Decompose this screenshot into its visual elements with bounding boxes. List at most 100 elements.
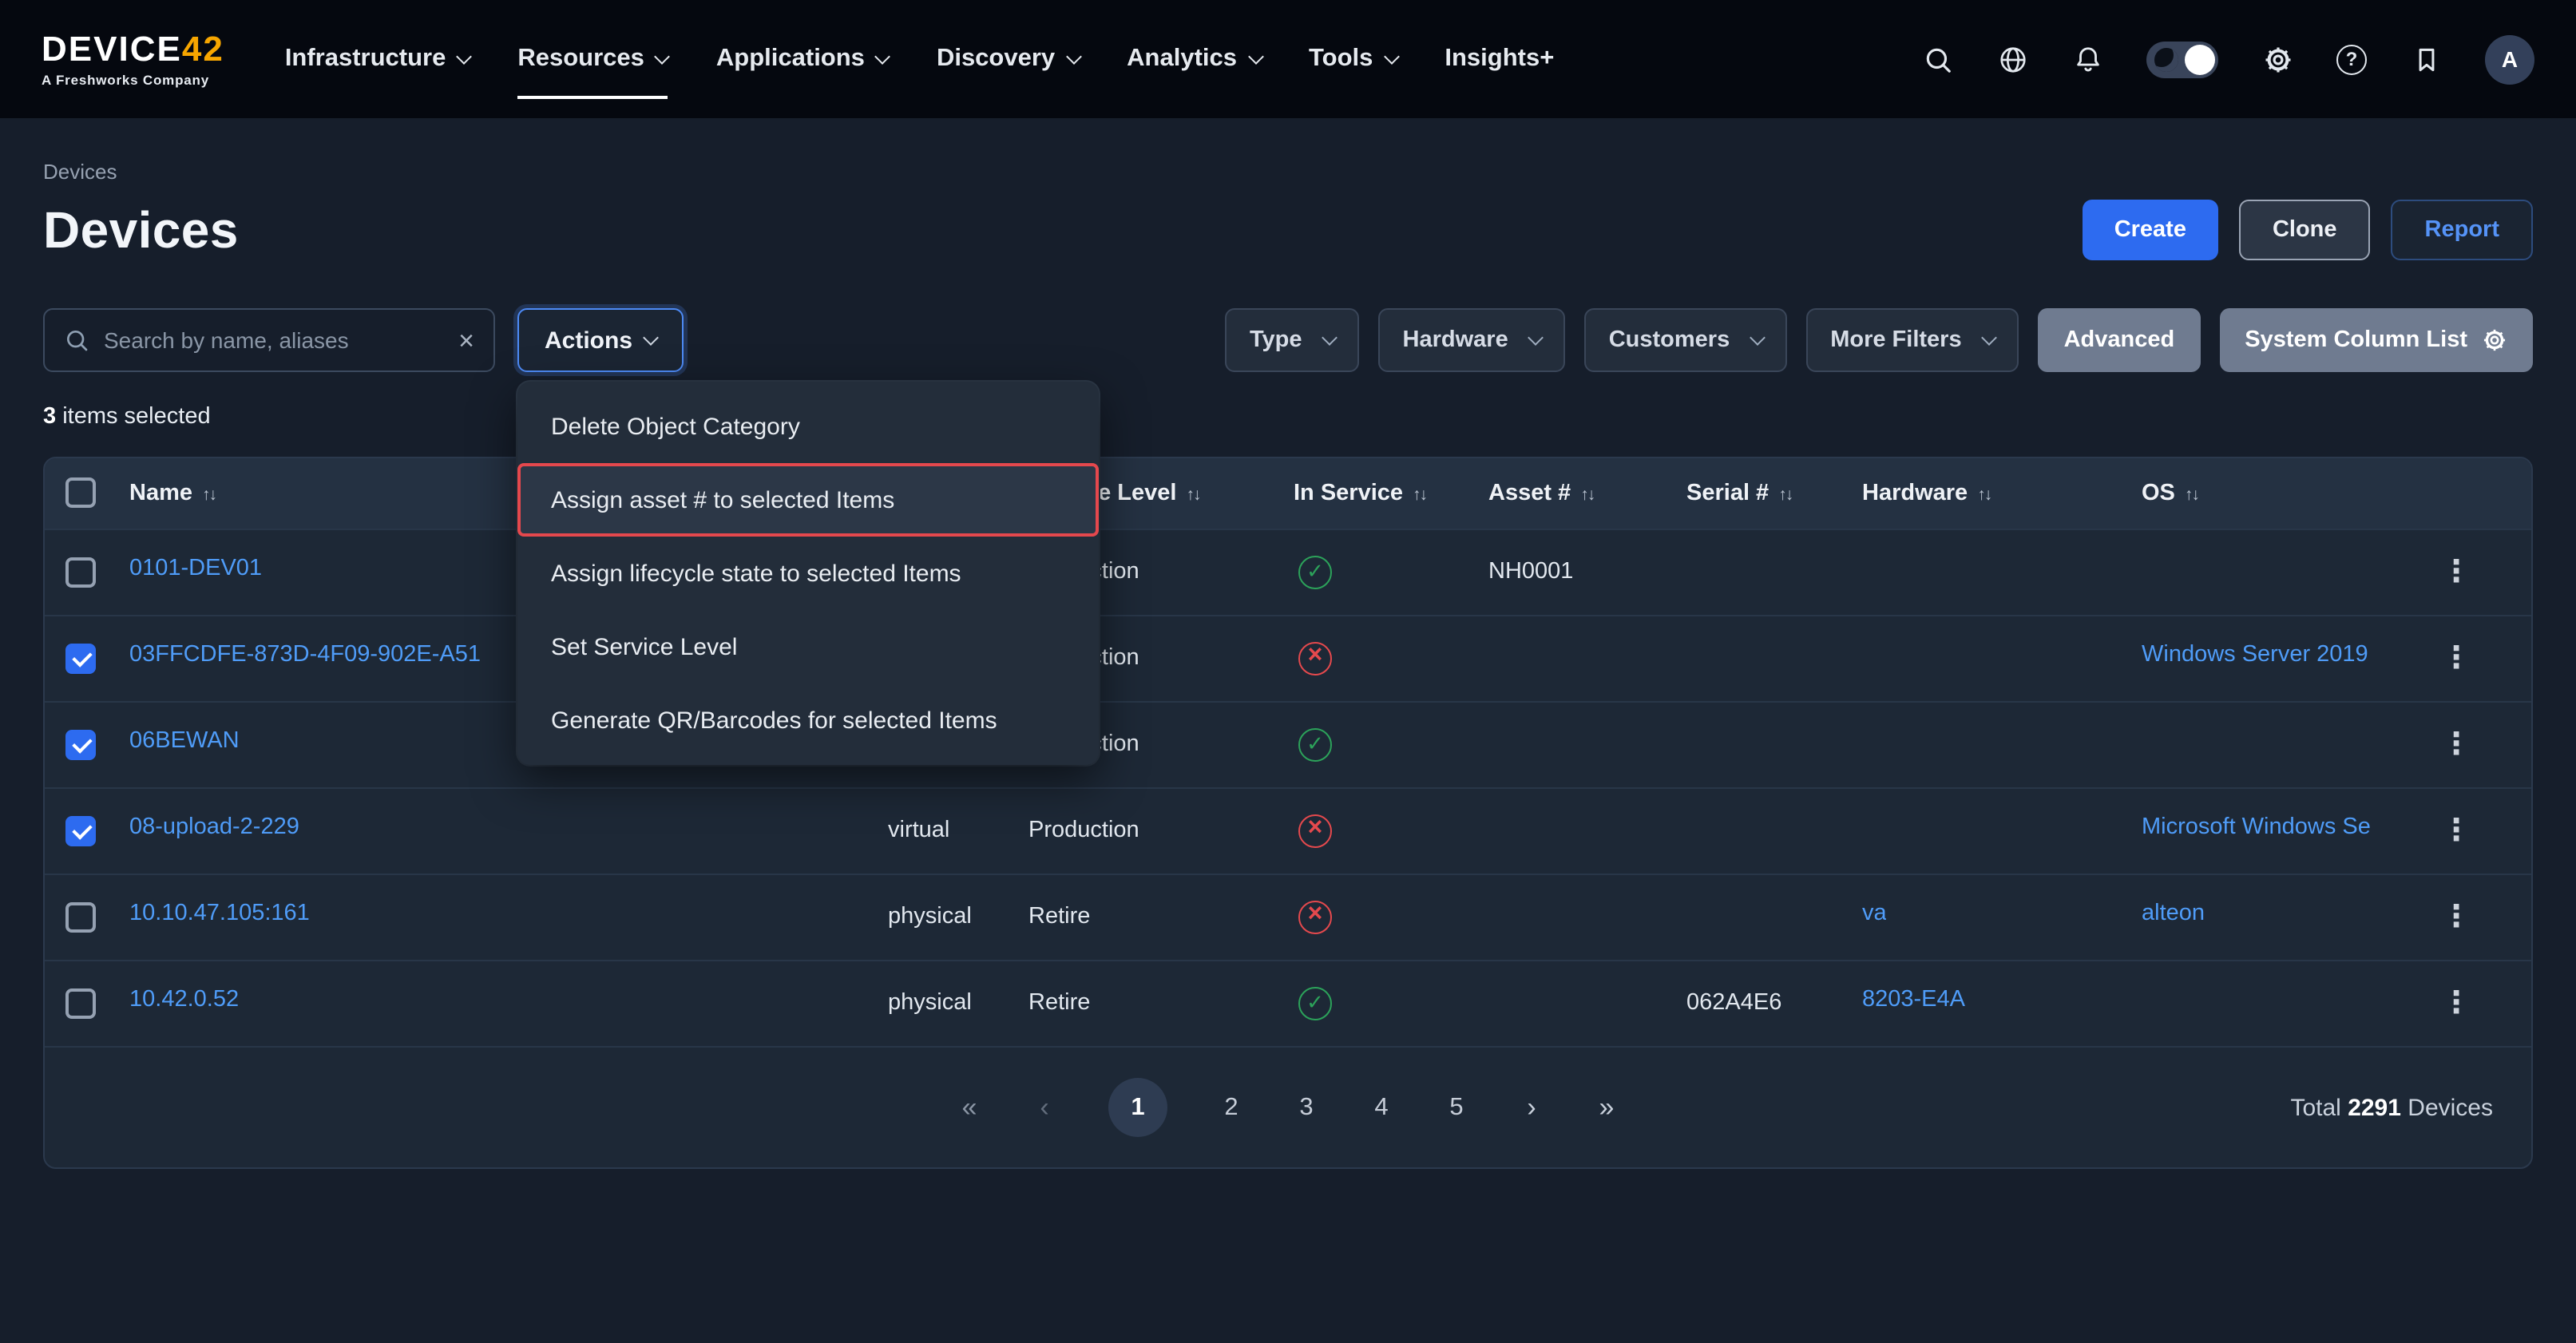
type-cell: physical [888, 874, 1028, 960]
row-menu-icon[interactable]: ⋮ [2428, 893, 2484, 940]
filter-customers[interactable]: Customers [1585, 308, 1788, 372]
page-button-1[interactable]: 1 [1108, 1078, 1167, 1137]
menu-item-set-service-level[interactable]: Set Service Level [517, 610, 1099, 683]
chevron-down-icon [1528, 329, 1544, 345]
page-button-5[interactable]: 5 [1445, 1093, 1468, 1122]
column-label: Name [129, 481, 192, 506]
device-name-link[interactable]: 03FFCDFE-873D-4F09-902E-A51 [129, 642, 481, 668]
globe-icon[interactable] [1996, 43, 2028, 75]
hardware-link[interactable]: va [1862, 901, 1887, 926]
report-button[interactable]: Report [2392, 200, 2533, 260]
column-header-os[interactable]: OS↑↓ [2142, 458, 2381, 529]
table-row: 0101-DEV01 Production NH0001 ⋮ [45, 529, 2531, 615]
advanced-button[interactable]: Advanced [2039, 308, 2201, 372]
gear-icon [2482, 327, 2507, 353]
nav-item-applications[interactable]: Applications [716, 0, 889, 118]
actions-dropdown-button[interactable]: Actions [517, 308, 684, 372]
filter-type[interactable]: Type [1226, 308, 1360, 372]
filter-chips: Type Hardware Customers More Filters Adv… [1226, 308, 2533, 372]
nav-item-tools[interactable]: Tools [1309, 0, 1397, 118]
select-all-checkbox[interactable] [65, 478, 96, 509]
row-checkbox[interactable] [65, 643, 96, 673]
nav-label: Tools [1309, 45, 1373, 73]
row-checkbox[interactable] [65, 729, 96, 759]
nav-item-analytics[interactable]: Analytics [1127, 0, 1261, 118]
bell-icon[interactable] [2071, 43, 2103, 75]
last-page-button[interactable]: » [1595, 1091, 1618, 1123]
menu-item-delete-object-category[interactable]: Delete Object Category [517, 390, 1099, 463]
page-button-4[interactable]: 4 [1370, 1093, 1393, 1122]
in-service-icon [1298, 987, 1332, 1020]
chevron-down-icon [875, 48, 891, 64]
asset-cell [1488, 787, 1686, 874]
avatar[interactable]: A [2485, 34, 2534, 84]
row-checkbox[interactable] [65, 901, 96, 932]
device-name-link[interactable]: 06BEWAN [129, 728, 240, 754]
chip-label: Type [1250, 327, 1302, 353]
theme-toggle[interactable] [2146, 41, 2218, 77]
device-name-link[interactable]: 0101-DEV01 [129, 556, 262, 581]
column-header-serial[interactable]: Serial #↑↓ [1686, 458, 1862, 529]
os-link[interactable]: alteon [2142, 901, 2205, 926]
next-page-button[interactable]: › [1520, 1091, 1543, 1123]
column-header-in-service[interactable]: In Service↑↓ [1294, 458, 1488, 529]
menu-item-generate-qr-barcodes[interactable]: Generate QR/Barcodes for selected Items [517, 683, 1099, 757]
os-link[interactable]: Microsoft Windows Se [2142, 814, 2371, 840]
page-button-2[interactable]: 2 [1220, 1093, 1242, 1122]
row-checkbox[interactable] [65, 557, 96, 587]
os-link[interactable]: Windows Server 2019 [2142, 642, 2368, 668]
row-menu-icon[interactable]: ⋮ [2428, 807, 2484, 854]
nav-item-infrastructure[interactable]: Infrastructure [285, 0, 470, 118]
prev-page-button[interactable]: ‹ [1033, 1091, 1056, 1123]
create-button[interactable]: Create [2083, 200, 2218, 260]
row-menu-icon[interactable]: ⋮ [2428, 635, 2484, 681]
help-icon[interactable]: ? [2336, 44, 2367, 74]
row-menu-icon[interactable]: ⋮ [2428, 981, 2484, 1027]
total-number: 2291 [2348, 1094, 2401, 1121]
device-name-link[interactable]: 08-upload-2-229 [129, 814, 299, 840]
serial-cell [1686, 874, 1862, 960]
search-input-wrapper: × [43, 308, 495, 372]
clone-button[interactable]: Clone [2239, 200, 2371, 260]
row-checkbox[interactable] [65, 815, 96, 846]
sort-icon: ↑↓ [1977, 485, 1991, 505]
column-header-hardware[interactable]: Hardware↑↓ [1862, 458, 2142, 529]
clear-search-icon[interactable]: × [458, 327, 474, 354]
chevron-down-icon [1982, 329, 1998, 345]
filter-hardware[interactable]: Hardware [1379, 308, 1566, 372]
page-button-3[interactable]: 3 [1295, 1093, 1318, 1122]
nav-item-discovery[interactable]: Discovery [937, 0, 1079, 118]
column-header-asset[interactable]: Asset #↑↓ [1488, 458, 1686, 529]
device-name-link[interactable]: 10.42.0.52 [129, 988, 239, 1013]
filter-more-filters[interactable]: More Filters [1806, 308, 2019, 372]
in-service-icon [1298, 814, 1332, 847]
bookmark-icon[interactable] [2410, 43, 2442, 75]
sort-icon: ↑↓ [2185, 485, 2198, 505]
nav-label: Insights+ [1445, 45, 1554, 73]
column-label: In Service [1294, 481, 1403, 506]
device42-app: DEVICE42 A Freshworks Company Infrastruc… [0, 0, 2576, 1343]
top-navbar: DEVICE42 A Freshworks Company Infrastruc… [0, 0, 2576, 118]
row-checkbox[interactable] [65, 988, 96, 1019]
nav-item-insights[interactable]: Insights+ [1445, 0, 1554, 118]
breadcrumb[interactable]: Devices [43, 160, 2533, 184]
table-row: 10.10.47.105:161 physical Retire va alte… [45, 874, 2531, 960]
chevron-down-icon [456, 48, 472, 64]
search-input[interactable] [104, 327, 444, 353]
menu-item-assign-asset-number[interactable]: Assign asset # to selected Items [517, 463, 1099, 537]
system-column-list-button[interactable]: System Column List [2219, 308, 2533, 372]
search-icon[interactable] [1921, 43, 1953, 75]
sort-icon: ↑↓ [1186, 485, 1199, 505]
nav-item-resources[interactable]: Resources [517, 0, 668, 118]
menu-item-assign-lifecycle-state[interactable]: Assign lifecycle state to selected Items [517, 537, 1099, 610]
device42-logo[interactable]: DEVICE42 A Freshworks Company [42, 31, 224, 87]
gear-icon[interactable] [2261, 43, 2293, 75]
device-name-link[interactable]: 10.10.47.105:161 [129, 901, 310, 926]
table-row: 08-upload-2-229 virtual Production Micro… [45, 787, 2531, 874]
row-menu-icon[interactable]: ⋮ [2428, 549, 2484, 595]
in-service-icon [1298, 900, 1332, 933]
row-menu-icon[interactable]: ⋮ [2428, 721, 2484, 767]
first-page-button[interactable]: « [958, 1091, 981, 1123]
actions-menu: Delete Object Category Assign asset # to… [517, 382, 1099, 765]
hardware-link[interactable]: 8203-E4A [1862, 988, 1965, 1013]
